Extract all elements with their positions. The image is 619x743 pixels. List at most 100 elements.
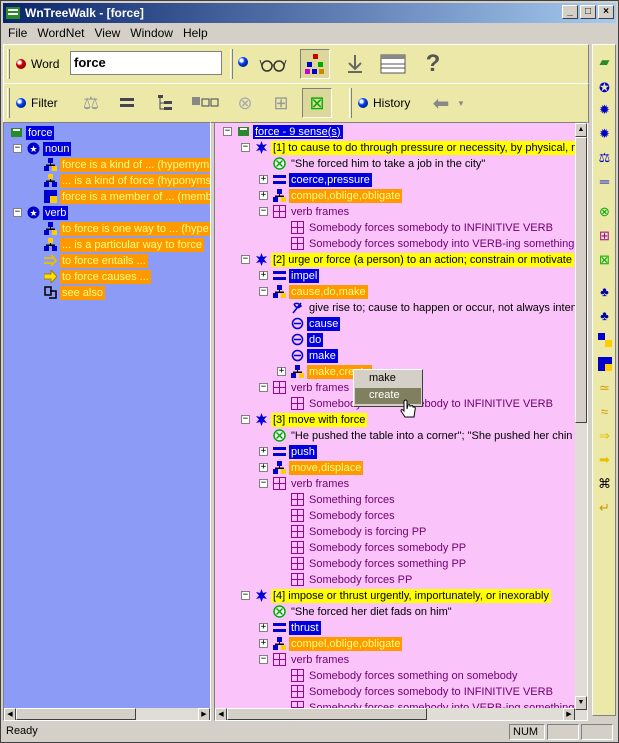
hypernym-icon[interactable]: ♣ [596, 283, 613, 300]
similar-icon[interactable]: ≃ [596, 379, 613, 396]
tree-row[interactable]: Somebody forces [291, 508, 397, 523]
expand-button[interactable]: + [259, 271, 268, 280]
tree-label[interactable]: coerce,pressure [289, 172, 372, 187]
vertical-scrollbar[interactable]: ▲ ▼ [575, 123, 587, 720]
tree-label[interactable]: [4] impose or thrust urgently, importuna… [271, 588, 551, 603]
tree-row[interactable]: Somebody forces something PP [291, 556, 468, 571]
tree-row[interactable]: − [1] to cause to do through pressure or … [241, 140, 587, 155]
tree-label[interactable]: force [26, 125, 55, 140]
download-arrow-icon[interactable] [340, 49, 370, 79]
tree-row[interactable]: to force causes ... [44, 269, 151, 284]
tree-label[interactable]: make [307, 348, 338, 363]
collapse-button[interactable]: − [259, 655, 268, 664]
tree-row[interactable]: + coerce,pressure [259, 172, 372, 187]
filter-frames-icon[interactable] [190, 88, 220, 118]
glasses-icon[interactable] [258, 49, 288, 79]
collapse-button[interactable]: − [241, 255, 250, 264]
tree-label[interactable]: noun [43, 141, 72, 156]
tree-row[interactable]: to force is one way to ... (hype [44, 221, 210, 236]
tree-row[interactable]: − [2] urge or force (a person) to an acti… [241, 252, 574, 267]
expand-button[interactable]: + [259, 175, 268, 184]
tree-row[interactable]: + compel,oblige,obligate [259, 188, 403, 203]
tree-label[interactable]: compel,oblige,obligate [289, 188, 403, 203]
tree-row[interactable]: − force - 9 sense(s) [223, 124, 343, 139]
expand-button[interactable]: + [259, 191, 268, 200]
tree-label[interactable]: verb frames [289, 205, 351, 219]
tree-label[interactable]: Somebody forces somebody into VERB-ing s… [307, 237, 576, 251]
tree-label[interactable]: to force entails ... [60, 253, 148, 268]
tree-label[interactable]: force - 9 sense(s) [253, 124, 343, 139]
expand-button[interactable]: + [259, 623, 268, 632]
tree-row[interactable]: ... is a particular way to force [44, 237, 204, 252]
tree-row[interactable]: force is a kind of ... (hypernym [44, 157, 210, 172]
tree-label[interactable]: "She forced him to take a job in the cit… [289, 157, 487, 171]
tree-row[interactable]: − verb frames [259, 652, 351, 667]
filter-example-icon[interactable]: ⊗ [230, 88, 260, 118]
tree-label[interactable]: Somebody forces something PP [307, 557, 468, 571]
tree-row[interactable]: give rise to; cause to happen or occur, … [291, 300, 584, 315]
tree-row[interactable]: − ★ verb [13, 205, 69, 220]
filter-definition-icon[interactable]: ⚖ [76, 88, 106, 118]
scroll-thumb[interactable] [227, 708, 427, 720]
tree-row[interactable]: Somebody is forcing PP [291, 524, 428, 539]
expand-button[interactable]: + [259, 463, 268, 472]
tree-label[interactable]: Somebody is forcing PP [307, 525, 428, 539]
tree-label[interactable]: Somebody forces somebody to INFINITIVE V… [307, 685, 555, 699]
tree-label[interactable]: push [289, 444, 317, 459]
tree-label[interactable]: verb frames [289, 653, 351, 667]
maximize-button[interactable]: □ [580, 5, 596, 19]
tree-label[interactable]: Somebody forces somebody to INFINITIVE V… [307, 397, 555, 411]
tree-row[interactable]: Somebody forces somebody into VERB-ing s… [291, 236, 576, 251]
history-back-arrow-icon[interactable]: ⬅ [426, 88, 456, 118]
tree-label[interactable]: Somebody forces [307, 509, 397, 523]
tree-row[interactable]: Something forces [291, 492, 397, 507]
scroll-down-arrow[interactable]: ▼ [575, 696, 587, 710]
definition-icon[interactable]: ⚖ [596, 149, 613, 166]
collapse-button[interactable]: − [241, 415, 250, 424]
tree-label[interactable]: "He pushed the table into a corner"; "Sh… [289, 429, 584, 443]
tree-view-icon[interactable] [300, 49, 330, 79]
tree-row[interactable]: see also [44, 285, 105, 300]
book-icon[interactable]: ▰ [596, 53, 613, 70]
tree-label[interactable]: ... is a particular way to force [60, 237, 204, 252]
tree-label[interactable]: thrust [289, 620, 321, 635]
tree-label[interactable]: see also [60, 285, 105, 300]
filter-synonym-icon[interactable] [112, 88, 142, 118]
tree-label[interactable]: give rise to; cause to happen or occur, … [307, 301, 584, 315]
scroll-thumb[interactable] [575, 137, 587, 423]
tree-row[interactable]: Somebody forces somebody PP [291, 540, 468, 555]
collapse-button[interactable]: − [259, 383, 268, 392]
horizontal-scrollbar[interactable]: ◀ ▶ [215, 708, 575, 720]
expand-button[interactable]: + [259, 447, 268, 456]
entail-arrow-icon[interactable]: ⇒ [596, 427, 613, 444]
scroll-thumb[interactable] [16, 708, 136, 720]
tree-row[interactable]: + thrust [259, 620, 321, 635]
tree-label[interactable]: Somebody forces something on somebody [307, 669, 520, 683]
menu-view[interactable]: View [89, 26, 125, 40]
tree-row[interactable]: "She forced him to take a job in the cit… [273, 156, 487, 171]
tree-row[interactable]: + push [259, 444, 317, 459]
expand-button[interactable]: + [259, 639, 268, 648]
tree-label[interactable]: ... is a kind of force (hyponyms [60, 173, 210, 188]
tree-label[interactable]: cause,do,make [289, 284, 368, 299]
tree-row[interactable]: make [291, 348, 338, 363]
hyponym-icon[interactable]: ♣ [596, 307, 613, 324]
tree-label[interactable]: compel,oblige,obligate [289, 636, 403, 651]
see-also-icon[interactable]: ⌘ [596, 475, 613, 492]
collapse-button[interactable]: − [259, 479, 268, 488]
collapse-button[interactable]: − [13, 208, 22, 217]
tree-row[interactable]: − [4] impose or thrust urgently, importun… [241, 588, 551, 603]
tree-row[interactable]: Somebody forces something on somebody [291, 668, 520, 683]
cause-arrow-icon[interactable]: ➡ [596, 451, 613, 468]
scroll-up-arrow[interactable]: ▲ [575, 123, 587, 137]
minimize-button[interactable]: _ [562, 5, 578, 19]
menu-wordnet[interactable]: WordNet [32, 26, 89, 40]
tree-label[interactable]: verb frames [289, 381, 351, 395]
frame-icon[interactable]: ⊞ [596, 227, 613, 244]
tree-row[interactable]: + impel [259, 268, 320, 283]
tree-label[interactable]: [1] to cause to do through pressure or n… [271, 140, 587, 155]
close-button[interactable]: × [598, 5, 614, 19]
tree-label[interactable]: Something forces [307, 493, 397, 507]
tree-label[interactable]: [2] urge or force (a person) to an actio… [271, 252, 574, 267]
tree-row[interactable]: − [3] move with force [241, 412, 368, 427]
